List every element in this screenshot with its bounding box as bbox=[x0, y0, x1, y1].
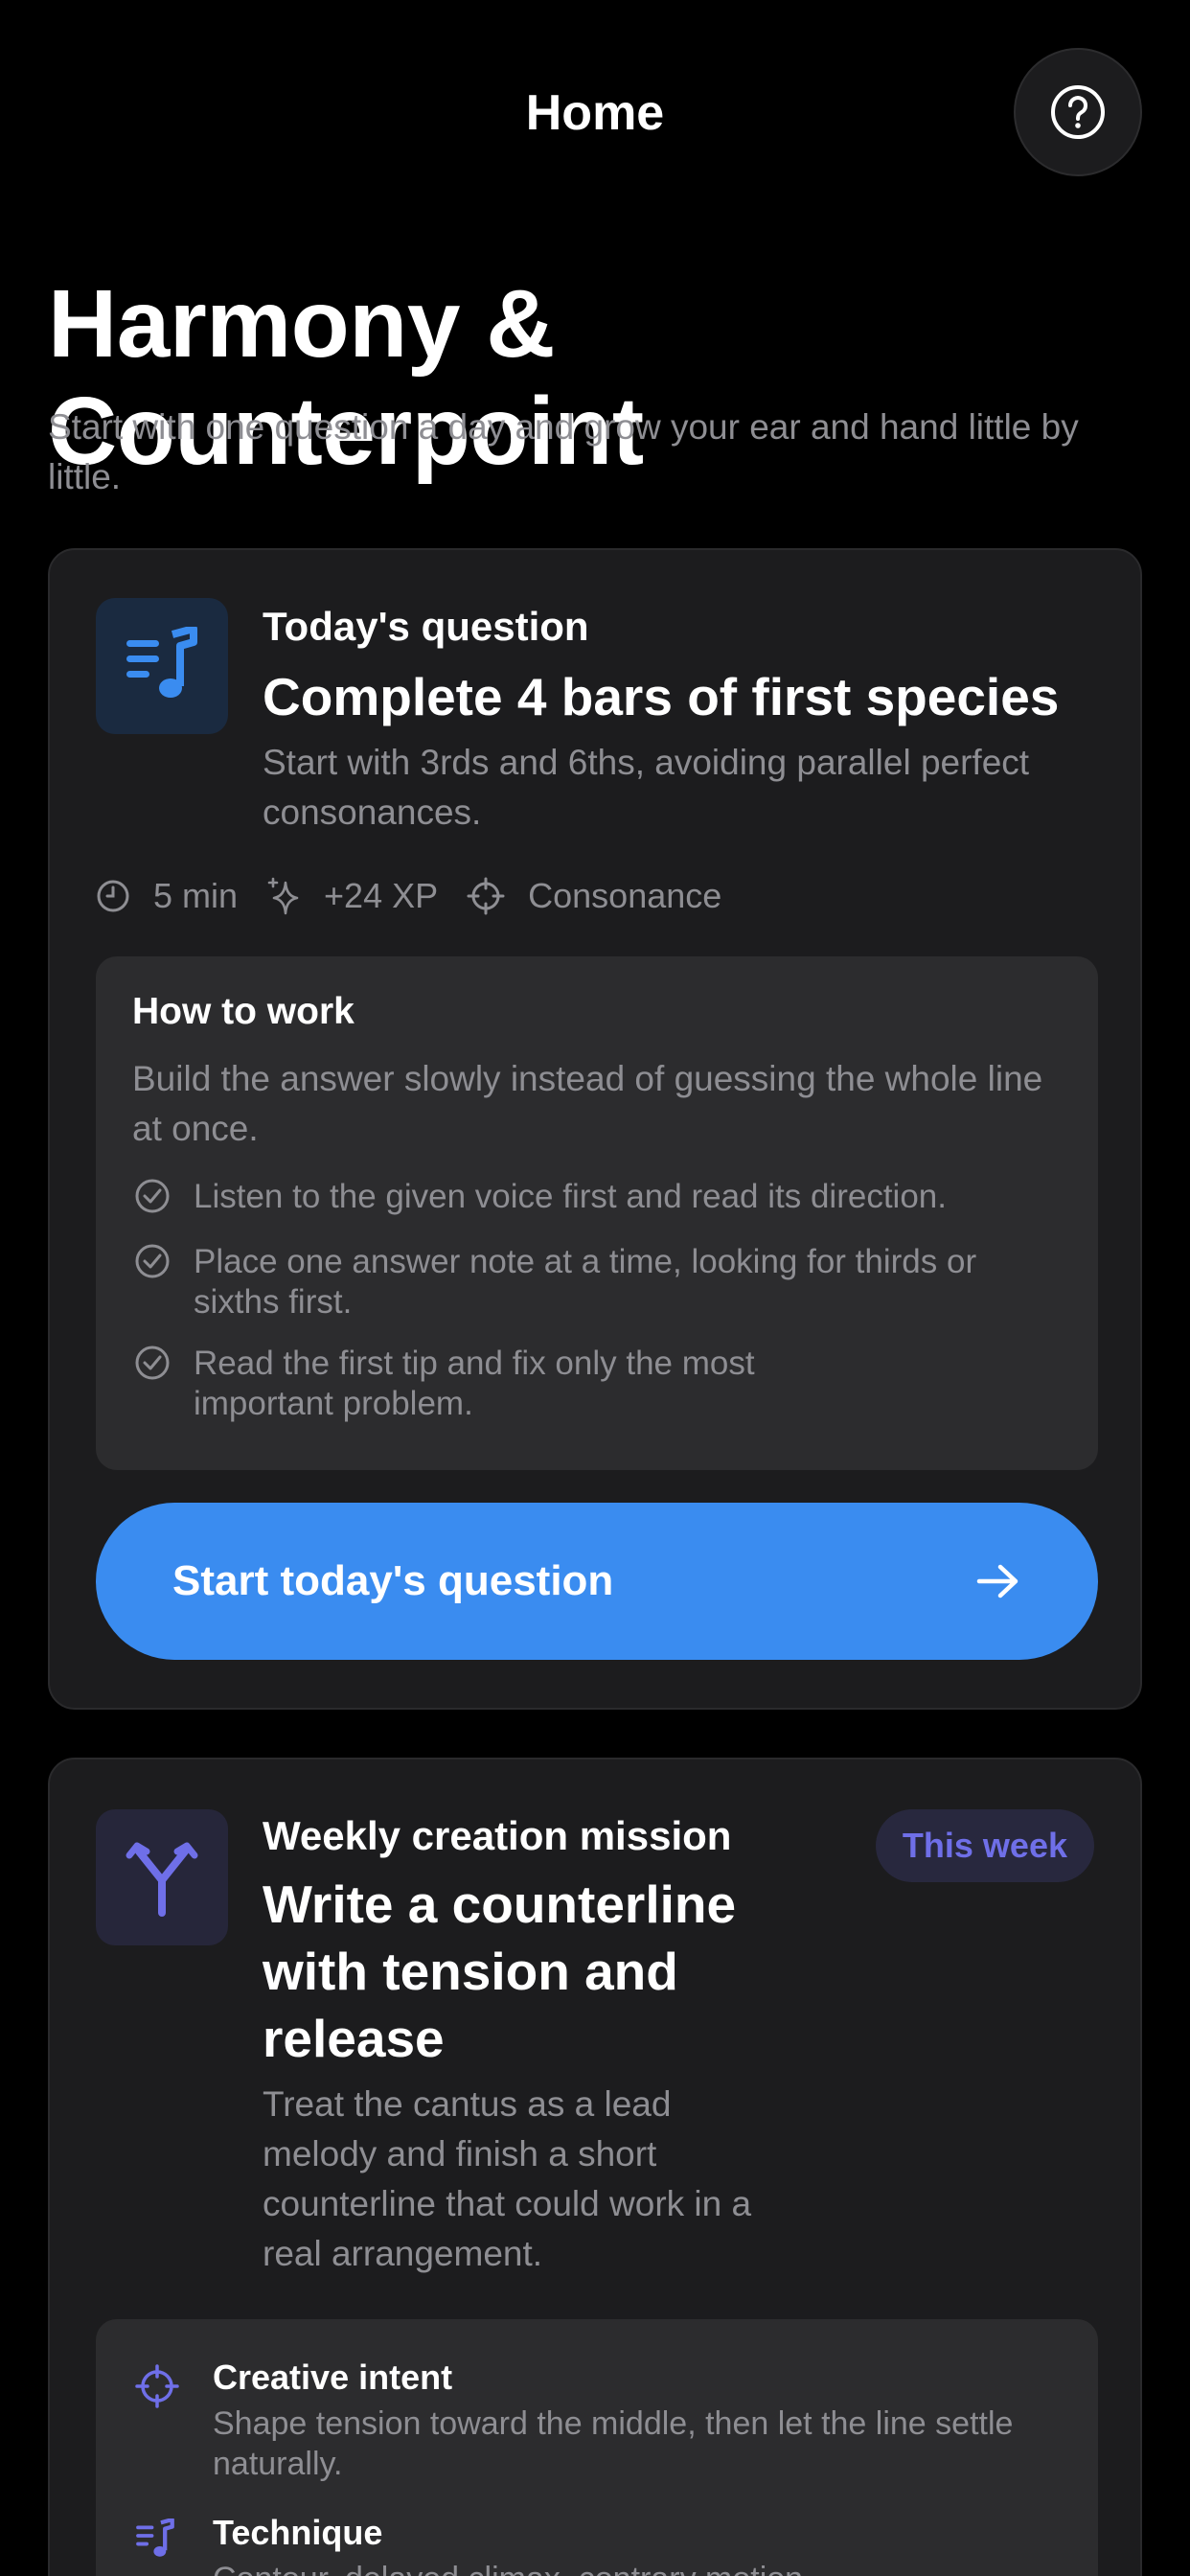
todays-question-kicker: Today's question bbox=[263, 604, 589, 649]
detail-title: Creative intent bbox=[213, 2358, 453, 2397]
sparkle-icon bbox=[267, 877, 299, 915]
meta-topic-text: Consonance bbox=[528, 876, 722, 915]
step-text: Place one answer note at a time, looking… bbox=[194, 1243, 977, 1321]
meta-duration-text: 5 min bbox=[153, 876, 239, 915]
weekly-mission-heading: Write a counterline with tension and rel… bbox=[263, 1874, 737, 2068]
music-list-icon bbox=[136, 2518, 174, 2557]
meta-duration: 5 min bbox=[96, 876, 238, 916]
step-item: Place one answer note at a time, looking… bbox=[132, 1242, 1050, 1322]
weekly-mission-card: Weekly creation mission This week Write … bbox=[48, 1758, 1142, 2576]
detail-text: Contour, delayed climax, contrary motion bbox=[213, 2559, 1050, 2576]
weekly-mission-description: Treat the cantus as a lead melody and fi… bbox=[263, 2084, 752, 2273]
todays-question-card: Today's question Complete 4 bars of firs… bbox=[48, 548, 1142, 1710]
nav-title: Home bbox=[525, 85, 665, 141]
todays-question-icon-tile bbox=[96, 598, 228, 734]
meta-xp-text: +24 XP bbox=[324, 876, 439, 915]
target-icon bbox=[135, 2364, 179, 2408]
how-to-work-description: Build the answer slowly instead of guess… bbox=[132, 1059, 1043, 1148]
todays-question-heading: Complete 4 bars of first species bbox=[263, 667, 1060, 726]
todays-question-description: Start with 3rds and 6ths, avoiding paral… bbox=[263, 743, 1030, 832]
step-item: Read the first tip and fix only the most… bbox=[132, 1344, 830, 1424]
step-text: Read the first tip and fix only the most… bbox=[194, 1345, 755, 1422]
check-circle-icon bbox=[135, 1244, 170, 1278]
clock-icon bbox=[97, 880, 129, 912]
how-to-work-title: How to work bbox=[132, 991, 355, 1032]
arrow-right-icon bbox=[976, 1564, 1018, 1598]
question-circle-icon bbox=[1051, 85, 1105, 139]
help-button[interactable] bbox=[1014, 48, 1142, 176]
detail-title: Technique bbox=[213, 2513, 383, 2552]
how-to-work-panel: How to work Build the answer slowly inst… bbox=[96, 956, 1098, 1470]
split-arrows-icon bbox=[126, 1842, 198, 1917]
target-icon bbox=[467, 877, 505, 915]
mission-details-panel: Creative intent Shape tension toward the… bbox=[96, 2319, 1098, 2576]
step-item: Listen to the given voice first and read… bbox=[132, 1177, 1050, 1217]
meta-xp: +24 XP bbox=[266, 876, 438, 916]
page-subtitle: Start with one question a day and grow y… bbox=[48, 407, 1079, 496]
music-list-icon bbox=[126, 627, 197, 698]
meta-topic: Consonance bbox=[467, 876, 721, 916]
check-circle-icon bbox=[135, 1346, 170, 1380]
check-circle-icon bbox=[135, 1179, 170, 1213]
detail-technique: Technique Contour, delayed climax, contr… bbox=[134, 2513, 1050, 2576]
this-week-badge: This week bbox=[875, 1809, 1094, 1882]
detail-creative-intent: Creative intent Shape tension toward the… bbox=[134, 2358, 1050, 2482]
home-screen: Home Harmony & Counterpoint Start with o… bbox=[0, 0, 1190, 2576]
start-todays-question-button[interactable]: Start today's question bbox=[96, 1503, 1098, 1660]
detail-text: Shape tension toward the middle, then le… bbox=[213, 2405, 1014, 2482]
start-button-label: Start today's question bbox=[172, 1557, 614, 1604]
weekly-mission-icon-tile bbox=[96, 1809, 228, 1945]
weekly-mission-kicker: Weekly creation mission bbox=[263, 1813, 732, 1858]
meta-row: 5 min +24 XP Consonance bbox=[96, 872, 750, 920]
step-text: Listen to the given voice first and read… bbox=[194, 1178, 947, 1215]
